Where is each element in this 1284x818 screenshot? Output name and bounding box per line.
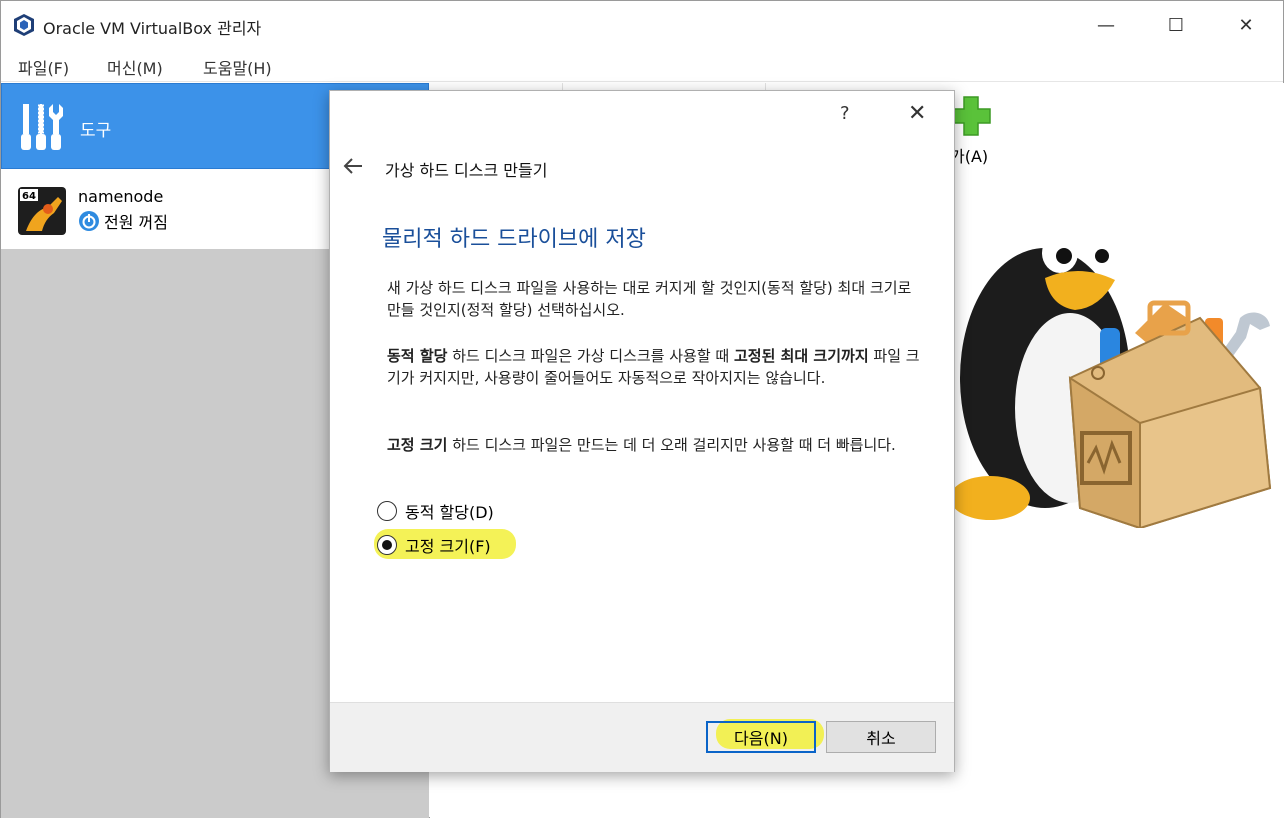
menu-help[interactable]: 도움말(H) bbox=[203, 55, 272, 79]
next-button-label: 다음(N) bbox=[734, 729, 788, 748]
virtualbox-logo-icon bbox=[14, 14, 34, 36]
page-heading: 물리적 하드 드라이브에 저장 bbox=[382, 227, 646, 252]
radio-circle[interactable] bbox=[377, 501, 397, 521]
vm-name: namenode bbox=[78, 187, 164, 206]
menu-divider bbox=[1, 81, 1283, 82]
close-window-button[interactable]: ✕ bbox=[1223, 9, 1269, 41]
radio-dynamic-allocation[interactable]: 동적 할당(D) bbox=[377, 499, 494, 523]
linux-64-vm-icon: 64 bbox=[18, 187, 66, 235]
dialog-footer: 다음(N) 취소 bbox=[330, 702, 954, 772]
maximize-button[interactable]: ☐ bbox=[1153, 9, 1199, 41]
radio-dot bbox=[382, 540, 392, 550]
cancel-button[interactable]: 취소 bbox=[826, 721, 936, 753]
vm-state-label: 전원 꺼짐 bbox=[104, 213, 168, 232]
dynamic-description: 동적 할당 하드 디스크 파일은 가상 디스크를 사용할 때 고정된 최대 크기… bbox=[387, 345, 927, 389]
vm-state: 전원 꺼짐 bbox=[78, 209, 168, 233]
intro-paragraph: 새 가상 하드 디스크 파일을 사용하는 대로 커지게 할 것인지(동적 할당)… bbox=[387, 279, 912, 319]
help-button[interactable]: ? bbox=[840, 103, 850, 124]
dialog-close-button[interactable]: ✕ bbox=[908, 101, 926, 126]
radio-fixed-size[interactable]: 고정 크기(F) bbox=[377, 533, 491, 557]
fixed-bold-term: 고정 크기 bbox=[387, 436, 448, 454]
minimize-button[interactable]: — bbox=[1083, 9, 1129, 41]
radio-dynamic-label[interactable]: 동적 할당(D) bbox=[405, 499, 494, 523]
fixed-text-1: 하드 디스크 파일은 만드는 데 더 오래 걸리지만 사용할 때 더 빠릅니다. bbox=[447, 436, 896, 454]
dynamic-text-1: 하드 디스크 파일은 가상 디스크를 사용할 때 bbox=[447, 347, 734, 365]
dynamic-bold-term: 동적 할당 bbox=[387, 347, 448, 365]
next-button[interactable]: 다음(N) bbox=[706, 721, 816, 753]
menu-machine[interactable]: 머신(M) bbox=[107, 55, 163, 79]
dialog-title: 가상 하드 디스크 만들기 bbox=[385, 161, 548, 180]
power-off-icon bbox=[79, 211, 99, 231]
cancel-button-label: 취소 bbox=[866, 729, 896, 748]
window-title: Oracle VM VirtualBox 관리자 bbox=[43, 19, 262, 38]
radio-fixed-label[interactable]: 고정 크기(F) bbox=[405, 533, 491, 557]
tools-icon bbox=[21, 103, 63, 150]
add-button-label[interactable]: 가(A) bbox=[950, 143, 988, 167]
menu-file[interactable]: 파일(F) bbox=[18, 55, 69, 79]
title-bar: Oracle VM VirtualBox 관리자 — ☐ ✕ bbox=[1, 1, 1283, 49]
add-plus-icon[interactable] bbox=[950, 93, 992, 139]
vm-badge: 64 bbox=[22, 191, 36, 202]
back-arrow-icon[interactable] bbox=[342, 157, 364, 175]
create-virtual-hard-disk-dialog: ? ✕ 가상 하드 디스크 만들기 물리적 하드 드라이브에 저장 새 가상 하… bbox=[329, 90, 955, 772]
menu-bar: 파일(F) 머신(M) 도움말(H) bbox=[1, 49, 1283, 81]
radio-circle-selected[interactable] bbox=[377, 535, 397, 555]
dynamic-bold-max-size: 고정된 최대 크기까지 bbox=[733, 347, 869, 365]
tux-toolbox-illustration-icon bbox=[950, 233, 1272, 528]
fixed-description: 고정 크기 하드 디스크 파일은 만드는 데 더 오래 걸리지만 사용할 때 더… bbox=[387, 434, 927, 456]
tools-label: 도구 bbox=[80, 121, 112, 141]
